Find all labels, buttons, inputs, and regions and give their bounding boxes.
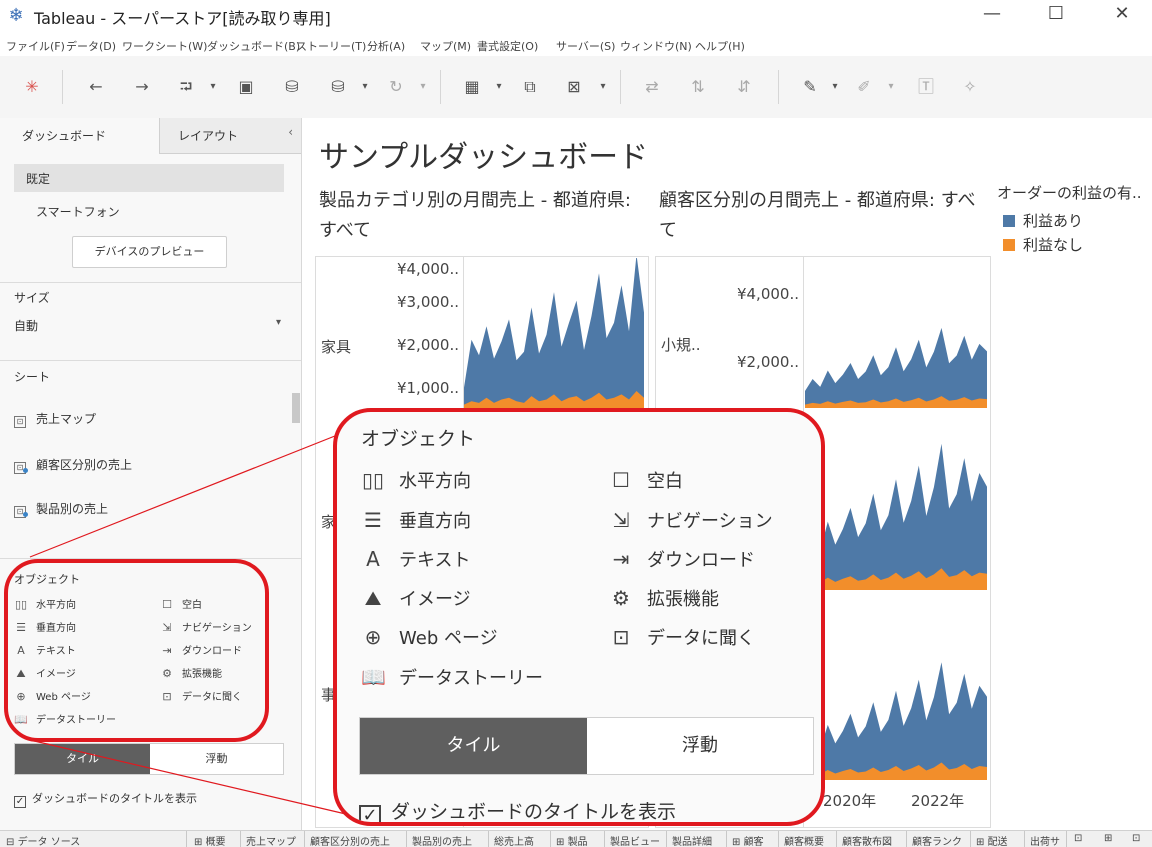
sheet-tab[interactable]: 総売上高 bbox=[494, 833, 534, 847]
object-label: Web ページ bbox=[399, 628, 498, 649]
object-label: 水平方向 bbox=[399, 471, 471, 492]
tab-separator bbox=[488, 831, 489, 847]
tab-separator bbox=[906, 831, 907, 847]
dashboard-tab-icon: ⊞ bbox=[732, 837, 744, 847]
data-story-icon: 📖 bbox=[361, 665, 386, 689]
sheet-tab[interactable]: 顧客ランク bbox=[912, 833, 962, 847]
tab-separator bbox=[240, 831, 241, 847]
sheet-tab[interactable]: ⊞ 製品 bbox=[556, 833, 588, 847]
tab-separator bbox=[604, 831, 605, 847]
sheet-tab[interactable]: ⊞ 配送 bbox=[976, 833, 1008, 847]
callout-tile-button[interactable]: タイル bbox=[360, 718, 587, 774]
callout-show-title-checkbox[interactable]: ✓ ダッシュボードのタイトルを表示 bbox=[359, 797, 677, 823]
callout-object-horizontal[interactable]: ▯▯ 水平方向 bbox=[361, 467, 471, 493]
sheet-tab[interactable]: ⊞ 顧客 bbox=[732, 833, 764, 847]
new-story-tab-icon[interactable]: ⊡ bbox=[1132, 833, 1140, 844]
callout-object-vertical[interactable]: ☰ 垂直方向 bbox=[361, 507, 471, 533]
object-label: 空白 bbox=[647, 471, 683, 492]
tab-separator bbox=[1024, 831, 1025, 847]
object-label: 垂直方向 bbox=[399, 511, 471, 532]
object-label: データに聞く bbox=[647, 628, 755, 649]
navigation-icon: ⇲ bbox=[612, 508, 630, 532]
object-label: イメージ bbox=[399, 589, 471, 610]
callout-objects-header: オブジェクト bbox=[361, 428, 476, 450]
sheet-tab-label: 概要 bbox=[205, 837, 226, 847]
callout-object-data-story[interactable]: 📖 データストーリー bbox=[361, 664, 543, 690]
datasource-tab[interactable]: ⊟ データ ソース bbox=[6, 833, 80, 847]
sheet-tab[interactable]: 顧客区分別の売上 bbox=[310, 833, 390, 847]
sheet-tab[interactable]: 顧客散布図 bbox=[842, 833, 892, 847]
text-icon: A bbox=[366, 547, 380, 571]
callout-object-blank[interactable]: ☐ 空白 bbox=[609, 467, 683, 493]
object-label: データストーリー bbox=[399, 668, 543, 689]
sheet-tab[interactable]: 製品ビュー bbox=[610, 833, 660, 847]
tab-separator bbox=[550, 831, 551, 847]
tab-separator bbox=[304, 831, 305, 847]
tab-separator bbox=[666, 831, 667, 847]
callout-object-download[interactable]: ⇥ ダウンロード bbox=[609, 546, 755, 572]
tab-separator bbox=[1066, 831, 1067, 847]
download-icon: ⇥ bbox=[612, 547, 630, 571]
sheet-tab[interactable]: 製品別の売上 bbox=[412, 833, 472, 847]
tab-separator bbox=[186, 831, 187, 847]
sheet-tab[interactable]: ⊞ 概要 bbox=[194, 833, 226, 847]
datasource-label: データ ソース bbox=[17, 837, 81, 847]
sheet-tab-label: 製品 bbox=[567, 837, 588, 847]
tab-separator bbox=[406, 831, 407, 847]
tab-separator bbox=[836, 831, 837, 847]
new-worksheet-tab-icon[interactable]: ⊡ bbox=[1074, 833, 1082, 844]
sheet-tab-label: 配送 bbox=[987, 837, 1008, 847]
dashboard-tab-icon: ⊞ bbox=[194, 837, 206, 847]
tab-separator bbox=[726, 831, 727, 847]
callout-object-extension[interactable]: ⚙ 拡張機能 bbox=[609, 585, 719, 611]
vertical-container-icon: ☰ bbox=[364, 508, 382, 532]
callout-object-image[interactable]: ⛰ イメージ bbox=[361, 585, 471, 611]
sheet-tab[interactable]: 売上マップ bbox=[246, 833, 296, 847]
callout-object-text[interactable]: A テキスト bbox=[361, 546, 470, 572]
sheet-tab-label: 顧客 bbox=[743, 837, 764, 847]
highlight-ring bbox=[4, 559, 269, 742]
callout-tile-float-toggle: タイル 浮動 bbox=[359, 717, 814, 775]
blank-icon: ☐ bbox=[612, 468, 630, 492]
web-page-icon: ⊕ bbox=[364, 625, 382, 649]
dashboard-tab-icon: ⊞ bbox=[556, 837, 568, 847]
new-dashboard-tab-icon[interactable]: ⊞ bbox=[1104, 833, 1112, 844]
object-label: ナビゲーション bbox=[647, 511, 773, 532]
horizontal-container-icon: ▯▯ bbox=[361, 468, 384, 492]
callout-object-ask-data[interactable]: ⊡ データに聞く bbox=[609, 624, 755, 650]
image-icon: ⛰ bbox=[364, 586, 382, 610]
object-label: ダウンロード bbox=[647, 550, 755, 571]
tab-separator bbox=[970, 831, 971, 847]
status-bar: ⊟ データ ソース ⊞ 概要 売上マップ 顧客区分別の売上 製品別の売上 総売上… bbox=[0, 830, 1152, 847]
sheet-tab[interactable]: 製品詳細 bbox=[672, 833, 712, 847]
datasource-icon: ⊟ bbox=[6, 837, 18, 847]
tab-separator bbox=[778, 831, 779, 847]
callout-object-web-page[interactable]: ⊕ Web ページ bbox=[361, 624, 498, 650]
object-label: 拡張機能 bbox=[647, 589, 719, 610]
ask-data-icon: ⊡ bbox=[612, 625, 630, 649]
checkmark-icon: ✓ bbox=[359, 805, 381, 822]
object-label: テキスト bbox=[399, 550, 471, 571]
sheet-tab[interactable]: 出荷サ bbox=[1030, 833, 1060, 847]
extension-icon: ⚙ bbox=[612, 586, 630, 610]
dashboard-tab-icon: ⊞ bbox=[976, 837, 988, 847]
callout-object-navigation[interactable]: ⇲ ナビゲーション bbox=[609, 507, 773, 533]
callout-floating-button[interactable]: 浮動 bbox=[587, 718, 813, 774]
callout-show-title-label: ダッシュボードのタイトルを表示 bbox=[391, 801, 677, 823]
objects-zoom-callout: オブジェクト ▯▯ 水平方向 ☐ 空白 ☰ 垂直方向 ⇲ ナビゲーション A テキスト ⇥… bbox=[333, 408, 825, 826]
sheet-tab[interactable]: 顧客概要 bbox=[784, 833, 824, 847]
